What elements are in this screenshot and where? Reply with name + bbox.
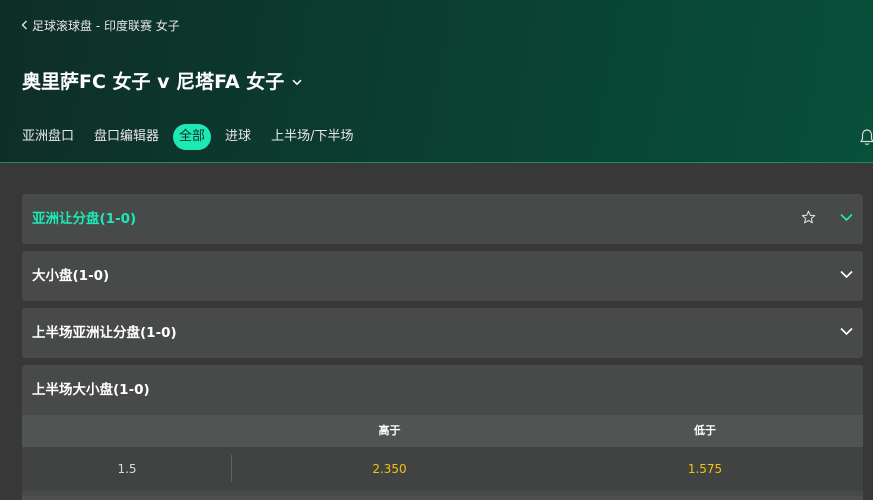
tab-market-editor[interactable]: 盘口编辑器 [94,124,159,150]
tab-goals[interactable]: 进球 [225,124,251,150]
line-value: 1.5 [117,462,137,476]
market-title: 大小盘(1-0) [32,268,110,284]
market-first-half-over-under: 上半场大小盘(1-0) 高于 低于 1.5 2.350 1.575 [22,365,863,500]
chevron-down-icon[interactable] [840,270,853,279]
star-icon[interactable] [801,210,816,225]
table-row: 1.5 2.350 1.575 [22,447,863,491]
odds-under-button[interactable]: 1.575 [547,447,863,491]
chevron-down-icon [292,79,302,85]
column-over: 高于 [378,424,401,437]
market-title: 亚洲让分盘(1-0) [32,211,137,227]
match-title-text: 奥里萨FC 女子 v 尼塔FA 女子 [22,71,285,93]
chevron-down-icon[interactable] [840,327,853,336]
tab-all[interactable]: 全部 [173,124,212,150]
bell-icon[interactable] [859,128,873,146]
market-first-half-asian-handicap[interactable]: 上半场亚洲让分盘(1-0) [22,308,863,358]
breadcrumb[interactable]: 足球滚球盘 - 印度联赛 女子 [21,17,180,33]
column-under: 低于 [694,424,716,437]
next-market-edge [22,496,863,500]
market-tabs: 亚洲盘口 盘口编辑器 全部 进球 上半场/下半场 [22,124,373,150]
chevron-left-icon [21,20,27,30]
odds-over-button[interactable]: 2.350 [232,447,547,491]
match-header: 足球滚球盘 - 印度联赛 女子 奥里萨FC 女子 v 尼塔FA 女子 亚洲盘口 … [0,0,873,163]
market-asian-handicap[interactable]: 亚洲让分盘(1-0) [22,194,863,244]
market-title: 上半场亚洲让分盘(1-0) [32,325,177,341]
match-title[interactable]: 奥里萨FC 女子 v 尼塔FA 女子 [22,67,302,94]
market-over-under[interactable]: 大小盘(1-0) [22,251,863,301]
tab-half-time-full-time[interactable]: 上半场/下半场 [271,124,353,150]
tab-asian-handicap[interactable]: 亚洲盘口 [22,124,74,150]
breadcrumb-label: 足球滚球盘 - 印度联赛 女子 [32,18,180,33]
chevron-down-icon[interactable] [840,213,853,222]
odds-table-header: 高于 低于 [22,415,863,447]
market-title[interactable]: 上半场大小盘(1-0) [32,365,150,415]
